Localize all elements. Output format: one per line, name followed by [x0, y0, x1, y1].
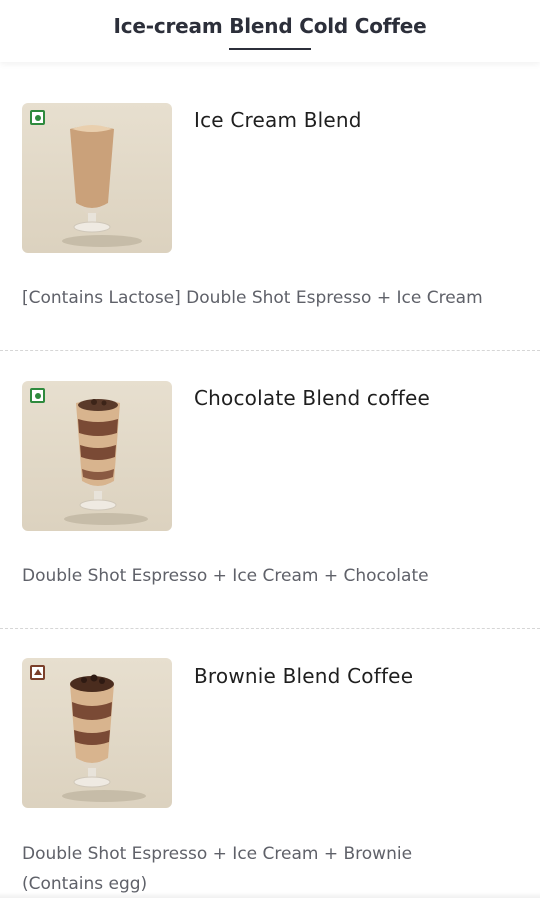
veg-mark-icon — [30, 110, 45, 125]
drink-image-icon — [62, 125, 142, 247]
item-description-line: Double Shot Espresso + Ice Cream + Brown… — [22, 844, 413, 864]
drink-image-icon — [62, 674, 146, 802]
menu-item[interactable]: Brownie Blend Coffee Double Shot Espress… — [0, 629, 540, 898]
bottom-edge-shadow — [0, 892, 540, 898]
item-name: Ice Cream Blend — [194, 108, 362, 132]
veg-mark-icon — [30, 388, 45, 403]
item-description: Double Shot Espresso + Ice Cream + Brown… — [22, 839, 522, 899]
item-image[interactable] — [22, 658, 172, 808]
item-name: Chocolate Blend coffee — [194, 386, 431, 410]
menu-item[interactable]: Chocolate Blend coffee Double Shot Espre… — [0, 351, 540, 628]
item-image[interactable] — [22, 381, 172, 531]
item-name: Brownie Blend Coffee — [194, 664, 414, 688]
item-description: Double Shot Espresso + Ice Cream + Choco… — [22, 566, 429, 586]
drink-image-icon — [64, 399, 148, 525]
item-description: [Contains Lactose] Double Shot Espresso … — [22, 288, 483, 308]
menu-item[interactable]: Ice Cream Blend [Contains Lactose] Doubl… — [0, 0, 540, 350]
non-veg-mark-icon — [30, 665, 45, 680]
item-image[interactable] — [22, 103, 172, 253]
